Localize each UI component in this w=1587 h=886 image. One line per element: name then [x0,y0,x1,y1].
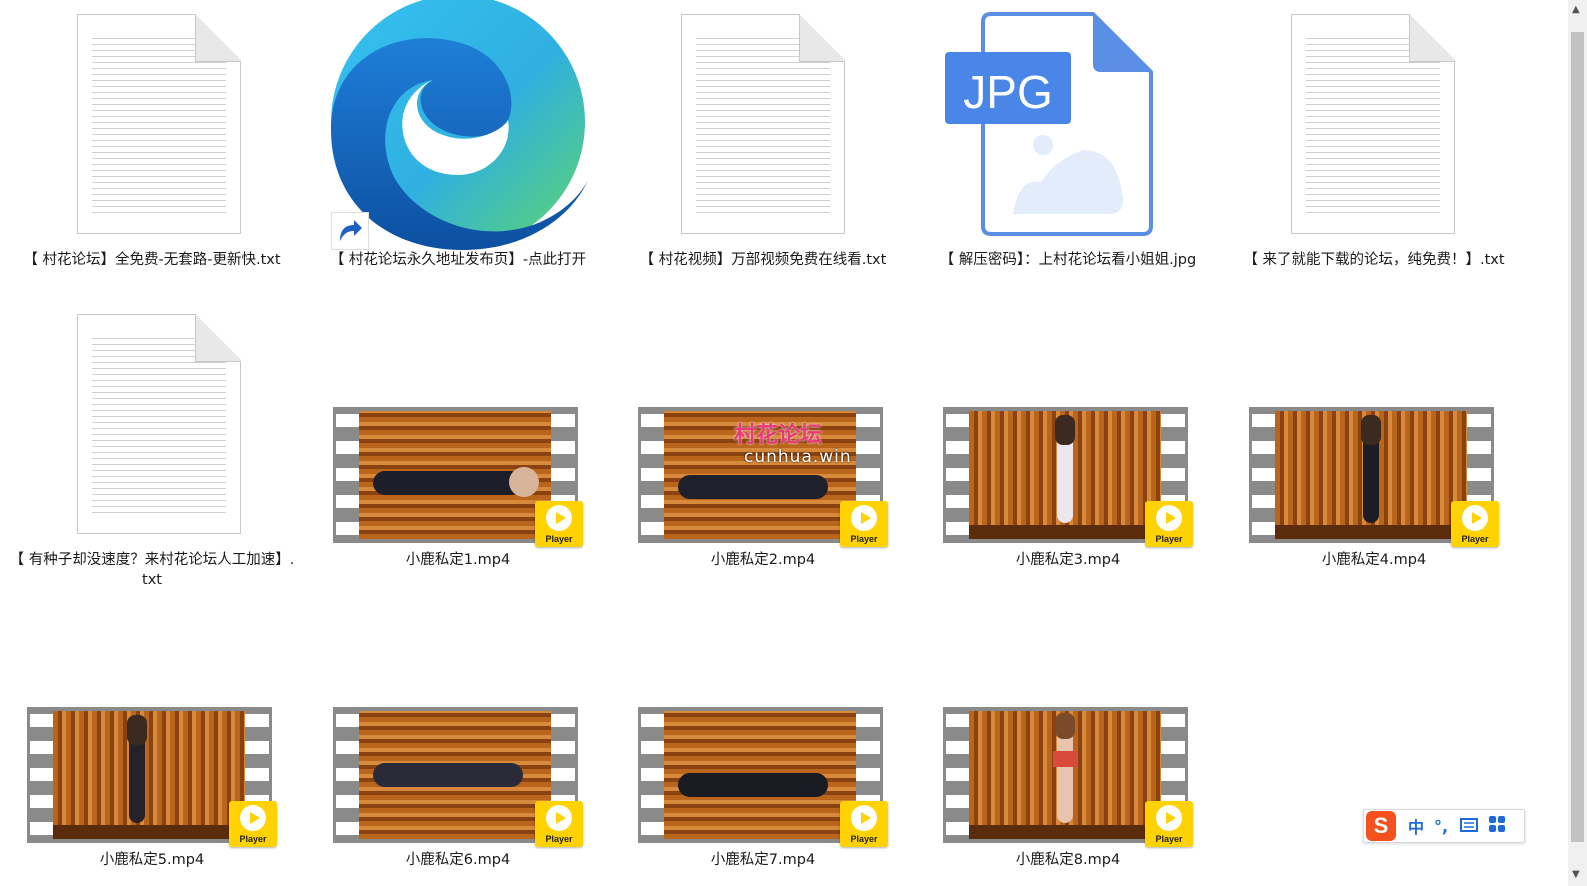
file-item[interactable]: 村花论坛 cunhua.win Player 小鹿私定2.mp4 [618,300,908,568]
file-item[interactable]: 【 有种子却没速度？来村花论坛人工加速】.txt [7,300,297,588]
text-file-icon [1229,0,1519,240]
file-name: 小鹿私定5.mp4 [99,852,205,868]
grid-icon[interactable] [1488,815,1506,837]
scroll-down-icon[interactable]: ▼ [1572,869,1580,880]
jpg-file-icon: JPG [923,0,1213,240]
file-name: 【 村花论坛永久地址发布页】-点此打开 [329,252,587,268]
file-item[interactable]: 【 村花论坛】全免费-无套路-更新快.txt [7,0,297,268]
video-thumbnail: Player [943,407,1193,547]
video-thumbnail: Player [27,707,277,847]
player-badge: Player [535,501,583,547]
file-name: 小鹿私定2.mp4 [710,552,816,568]
video-thumbnail: Player [333,407,583,547]
player-badge: Player [229,801,277,847]
edge-browser-icon [313,0,603,250]
ime-punctuation-toggle[interactable]: °, [1434,817,1448,836]
file-name: 【 有种子却没速度？来村花论坛人工加速】.txt [9,552,295,588]
file-name: 小鹿私定7.mp4 [710,852,816,868]
player-badge: Player [1145,501,1193,547]
text-file-icon [618,0,908,240]
file-item[interactable]: 【 村花论坛永久地址发布页】-点此打开 [313,0,603,268]
player-badge: Player [840,801,888,847]
video-thumbnail: Player [638,707,888,847]
file-name: 【 村花视频】万部视频免费在线看.txt [639,252,887,268]
player-badge: Player [1145,801,1193,847]
file-item[interactable]: Player 小鹿私定6.mp4 [313,600,603,868]
player-badge: Player [840,501,888,547]
file-item[interactable]: Player 小鹿私定8.mp4 [923,600,1213,868]
keyboard-icon[interactable] [1460,817,1479,836]
file-item[interactable]: Player 小鹿私定7.mp4 [618,600,908,868]
shortcut-arrow-icon [331,212,369,250]
file-item[interactable]: 【 来了就能下载的论坛，纯免费！】.txt [1229,0,1519,268]
file-name: 小鹿私定3.mp4 [1015,552,1121,568]
player-badge: Player [535,801,583,847]
scrollbar-thumb[interactable] [1571,32,1584,842]
file-name: 小鹿私定8.mp4 [1015,852,1121,868]
file-name: 小鹿私定6.mp4 [405,852,511,868]
video-thumbnail: 村花论坛 cunhua.win Player [638,407,888,547]
watermark-title: 村花论坛 [734,423,823,448]
file-item[interactable]: Player 小鹿私定4.mp4 [1229,300,1519,568]
file-name: 小鹿私定4.mp4 [1321,552,1427,568]
video-thumbnail: Player [943,707,1193,847]
watermark-domain: cunhua.win [744,447,852,467]
file-name: 【 来了就能下载的论坛，纯免费！】.txt [1243,252,1505,268]
video-thumbnail: Player [1249,407,1499,547]
video-thumbnail: Player [333,707,583,847]
sogou-logo-icon[interactable]: S [1366,811,1396,841]
file-name: 小鹿私定1.mp4 [405,552,511,568]
file-item[interactable]: Player 小鹿私定5.mp4 [7,600,297,868]
jpg-badge-text: JPG [963,66,1052,118]
file-item[interactable]: 【 村花视频】万部视频免费在线看.txt [618,0,908,268]
scroll-up-icon[interactable]: ▲ [1572,4,1580,15]
player-badge: Player [1451,501,1499,547]
file-item[interactable]: Player 小鹿私定1.mp4 [313,300,603,568]
text-file-icon [7,300,297,540]
file-name: 【 村花论坛】全免费-无套路-更新快.txt [23,252,281,268]
ime-mode-toggle[interactable]: 中 [1408,814,1424,838]
ime-toolbar[interactable]: S 中 °, [1363,809,1525,843]
file-name: 【 解压密码】：上村花论坛看小姐姐.jpg [939,252,1197,268]
file-item[interactable]: Player 小鹿私定3.mp4 [923,300,1213,568]
vertical-scrollbar[interactable]: ▲ ▼ [1568,0,1587,886]
file-item[interactable]: JPG 【 解压密码】：上村花论坛看小姐姐.jpg [923,0,1213,268]
text-file-icon [7,0,297,240]
